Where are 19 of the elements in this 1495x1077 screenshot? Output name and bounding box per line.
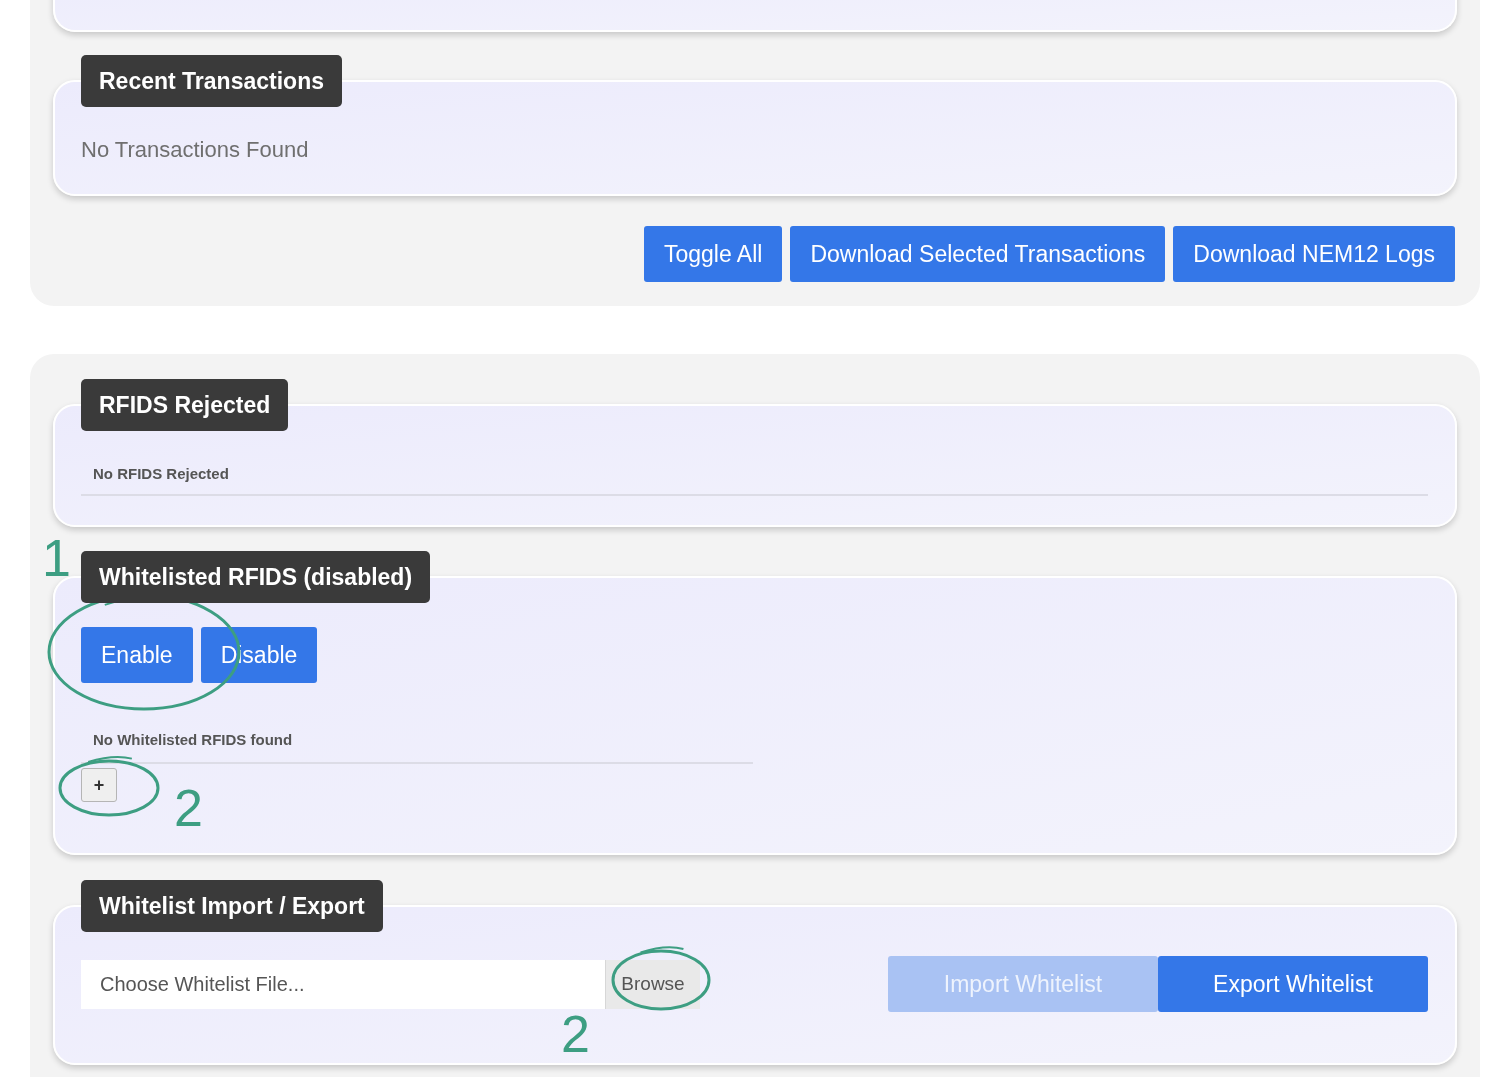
toggle-button[interactable]: Enable <box>81 627 193 683</box>
section-title: Recent Transactions <box>81 55 342 107</box>
browse-button[interactable]: Browse <box>605 959 700 1009</box>
file-field[interactable]: Choose Whitelist File... Browse <box>81 959 700 1009</box>
add-button[interactable]: + <box>81 768 117 802</box>
action-button[interactable]: Download NEM12 Logs <box>1173 226 1455 282</box>
empty-message: No Whitelisted RFIDS found <box>93 731 294 749</box>
whitelist-button[interactable]: Export Whitelist <box>1158 956 1428 1012</box>
empty-message: No Transactions Found <box>81 138 310 162</box>
annotation-number: 1 <box>42 532 71 584</box>
action-button[interactable]: Download Selected Transactions <box>790 226 1166 282</box>
section-title: RFIDS Rejected <box>81 379 289 431</box>
annotation-number: 2 <box>174 782 203 834</box>
annotation-number: 2 <box>561 1008 590 1060</box>
section-title: Whitelist Import / Export <box>81 880 383 932</box>
section-title: Whitelisted RFIDS (disabled) <box>81 551 431 603</box>
toggle-button[interactable]: Disable <box>200 627 318 683</box>
empty-message: No RFIDS Rejected <box>93 465 230 483</box>
action-button[interactable]: Toggle All <box>643 226 783 282</box>
